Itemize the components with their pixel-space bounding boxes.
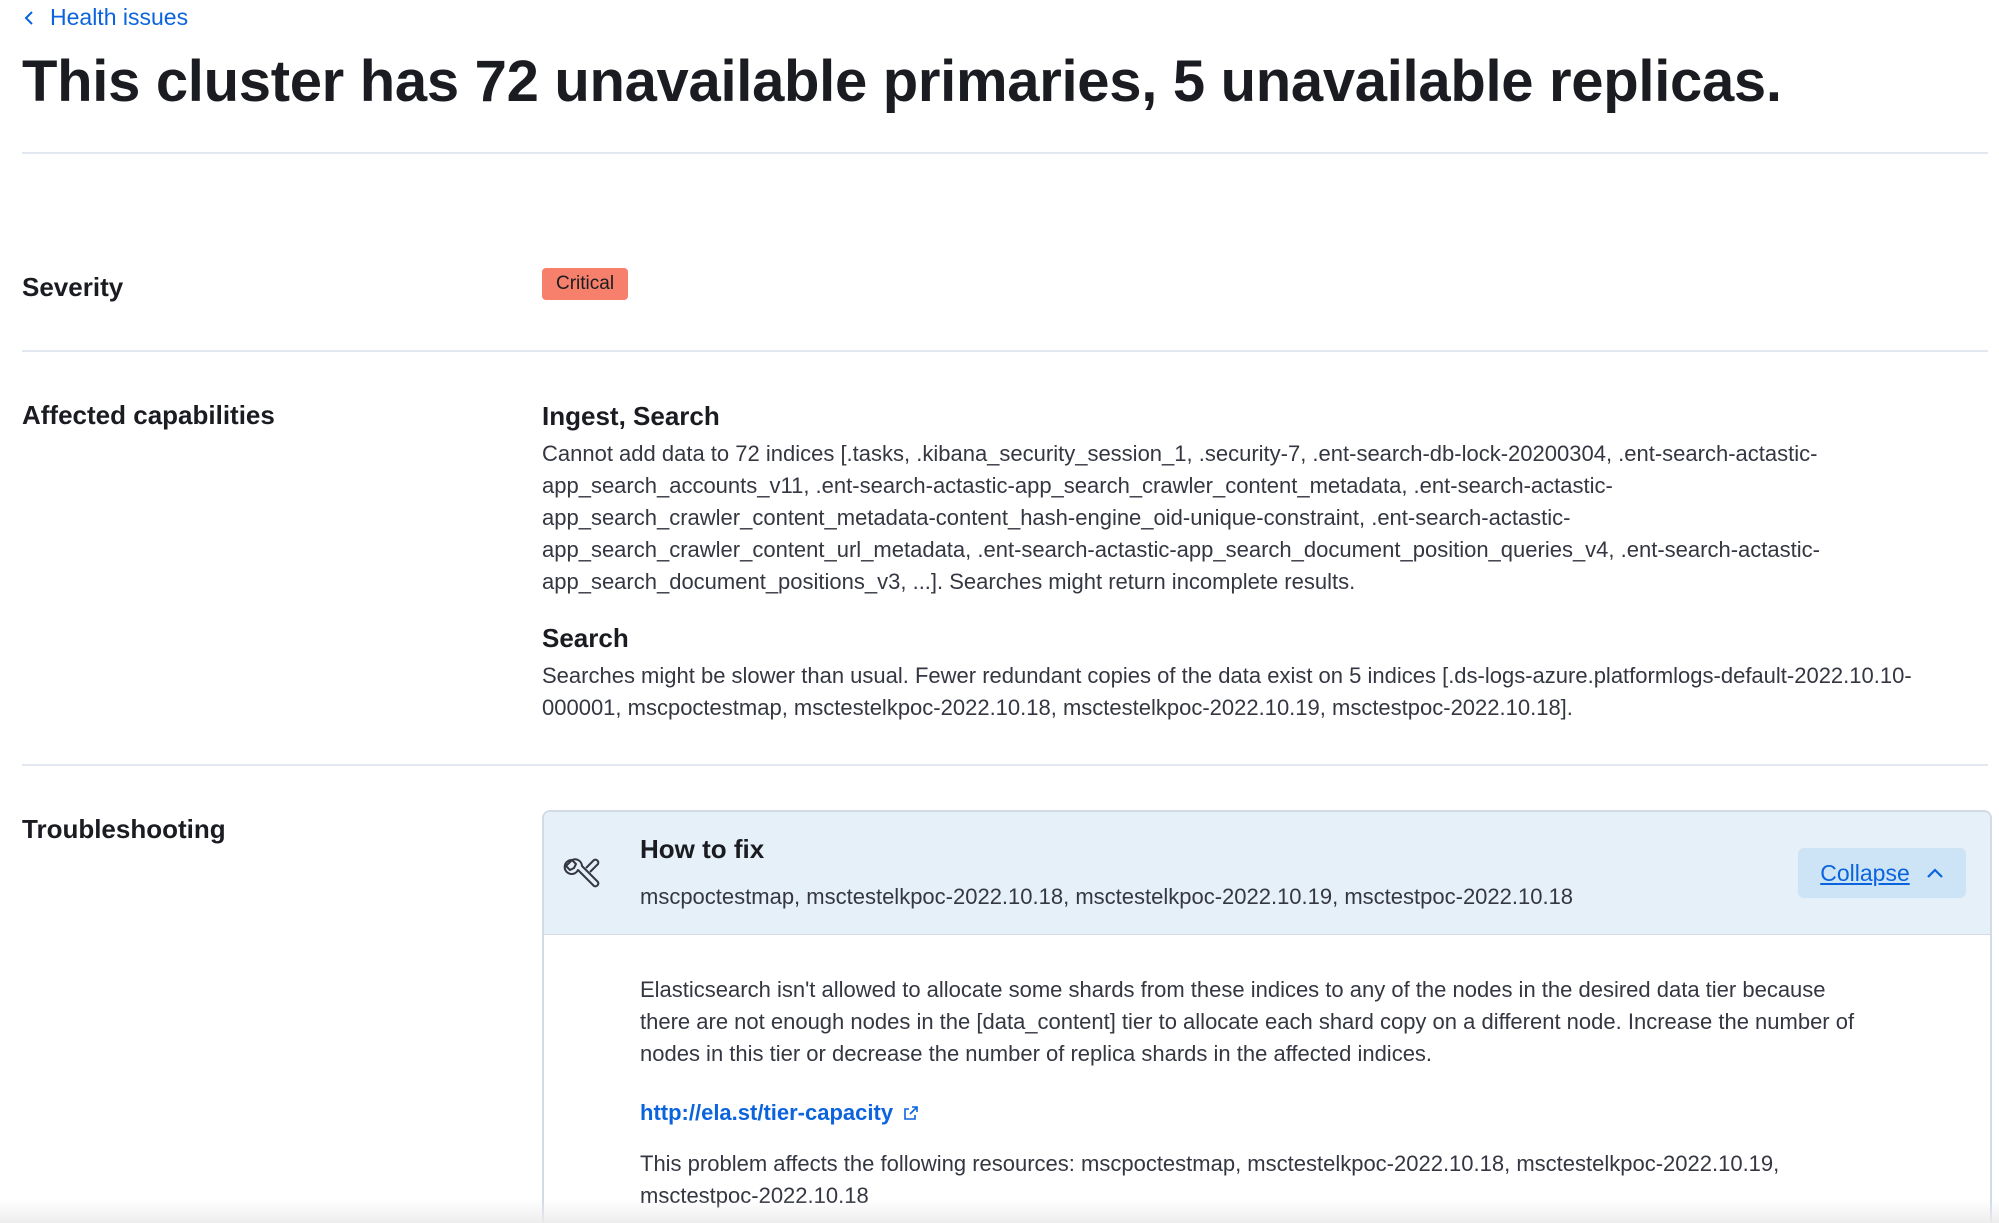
page-title: This cluster has 72 unavailable primarie… [22, 49, 1782, 114]
capability-item: Search Searches might be slower than usu… [542, 622, 1942, 724]
how-to-fix-subtitle: mscpoctestmap, msctestelkpoc-2022.10.18,… [640, 884, 1574, 909]
how-to-fix-panel: How to fix mscpoctestmap, msctestelkpoc-… [542, 810, 1992, 1223]
back-link-label: Health issues [50, 4, 189, 30]
capability-description: Searches might be slower than usual. Few… [542, 663, 1912, 720]
tier-capacity-link[interactable]: http://ela.st/tier-capacity [640, 1100, 919, 1126]
chevron-left-icon [24, 10, 33, 25]
affected-resources: This problem affects the following resou… [640, 1151, 1780, 1208]
capability-title: Ingest, Search [542, 401, 720, 431]
troubleshooting-label: Troubleshooting [22, 814, 226, 844]
capability-description: Cannot add data to 72 indices [.tasks, .… [542, 441, 1820, 594]
severity-badge: Critical [542, 268, 629, 300]
fix-explanation: Elasticsearch isn't allowed to allocate … [640, 977, 1855, 1066]
health-issue-page: Health issues This cluster has 72 unavai… [0, 0, 1999, 1223]
divider [22, 764, 1988, 766]
collapse-button[interactable]: Collapse [1798, 848, 1966, 898]
wrench-icon [563, 858, 600, 888]
severity-label: Severity [22, 272, 124, 302]
affected-capabilities-label: Affected capabilities [22, 400, 275, 430]
capability-item: Ingest, Search Cannot add data to 72 ind… [542, 400, 1942, 598]
divider [22, 350, 1988, 352]
back-to-health-issues-link[interactable]: Health issues [22, 4, 188, 31]
chevron-up-icon [1926, 868, 1943, 878]
collapse-button-label: Collapse [1820, 859, 1910, 886]
capability-title: Search [542, 623, 629, 653]
divider [22, 152, 1988, 154]
how-to-fix-header: How to fix mscpoctestmap, msctestelkpoc-… [544, 812, 1990, 935]
how-to-fix-title: How to fix [640, 834, 765, 864]
external-link-icon [904, 1106, 918, 1120]
how-to-fix-body: Elasticsearch isn't allowed to allocate … [640, 974, 1880, 1212]
tier-capacity-link-label: http://ela.st/tier-capacity [640, 1100, 894, 1125]
